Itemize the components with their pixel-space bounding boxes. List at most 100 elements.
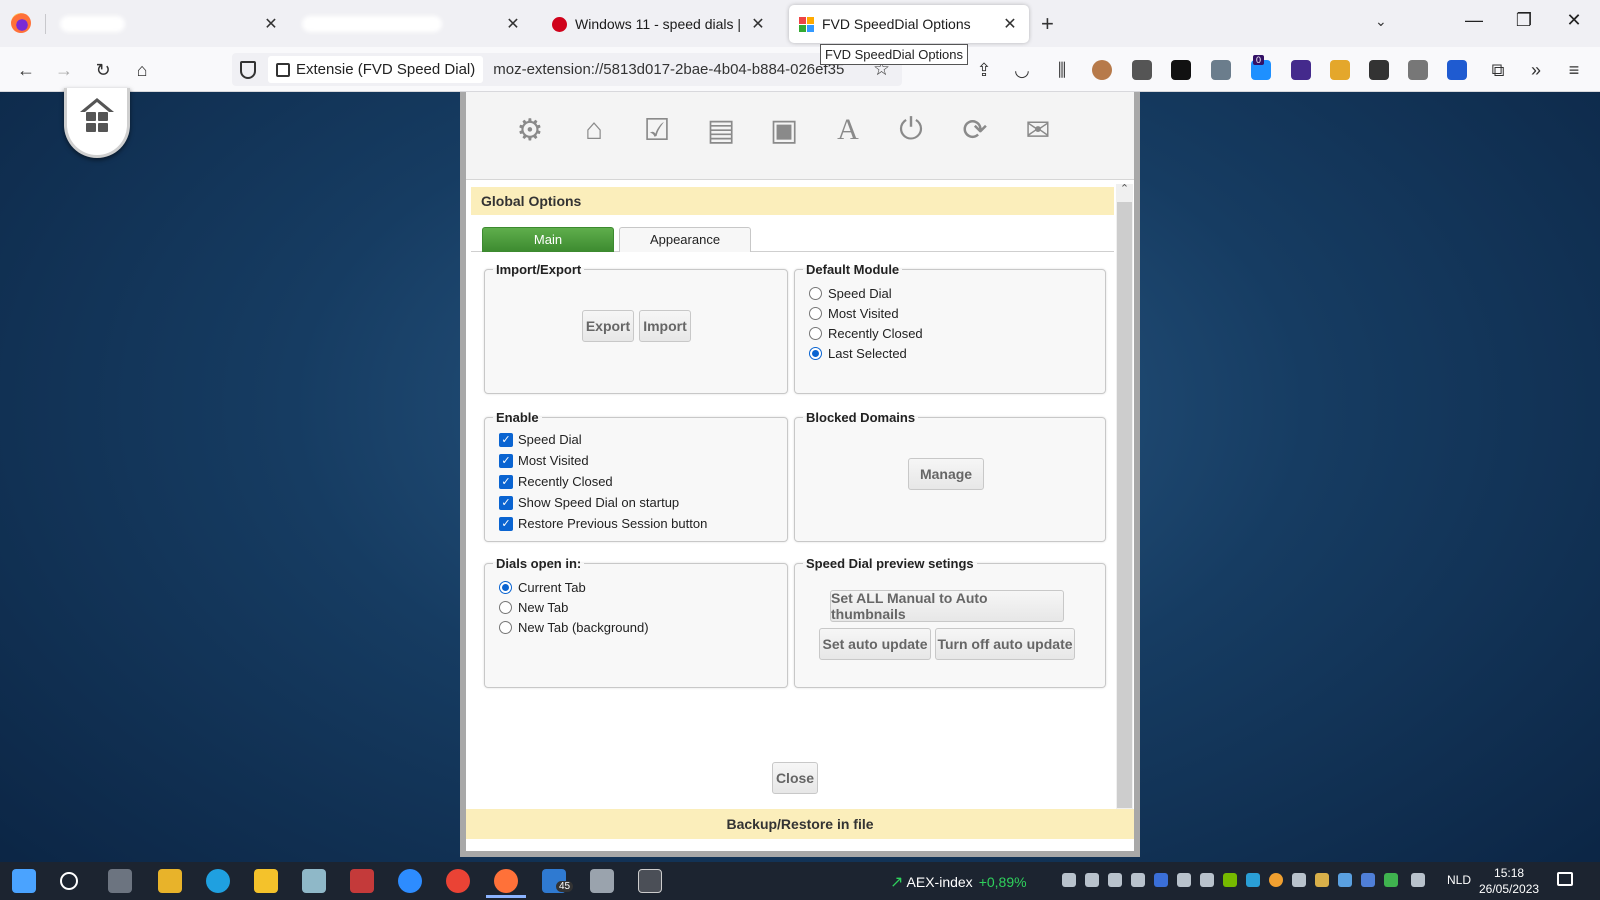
browser-tab-2[interactable]: ✕ [292, 5, 532, 43]
close-window-icon[interactable]: ✕ [1559, 10, 1589, 31]
power-icon[interactable]: ⏻ [893, 112, 929, 148]
checkbox-recently-closed[interactable]: ✓ Recently Closed [499, 471, 787, 492]
radio-speed-dial[interactable]: Speed Dial [809, 283, 1105, 303]
tray-icon[interactable] [1108, 873, 1122, 887]
import-button[interactable]: Import [639, 310, 691, 342]
checkbox-checked[interactable]: ✓ [499, 516, 513, 531]
radio-current-tab[interactable]: Current Tab [499, 577, 787, 597]
youtube-icon[interactable] [1171, 60, 1191, 80]
set-auto-update-button[interactable]: Set auto update [819, 628, 931, 660]
extension-icon[interactable] [1408, 60, 1428, 80]
privacy-extension-icon[interactable] [1132, 60, 1152, 80]
house-icon[interactable]: ⌂ [576, 112, 612, 148]
checkbox-checked[interactable]: ✓ [499, 432, 513, 447]
export-button[interactable]: Export [582, 310, 634, 342]
close-icon[interactable]: ✕ [504, 14, 522, 34]
checkbox-show-on-startup[interactable]: ✓ Show Speed Dial on startup [499, 492, 787, 513]
sync-icon[interactable]: ⟳ [957, 112, 993, 148]
pocket-icon[interactable]: ◡ [1008, 56, 1036, 84]
edge-icon[interactable] [206, 869, 230, 893]
close-icon[interactable]: ✕ [749, 14, 767, 34]
radio-last-selected[interactable]: Last Selected [809, 343, 1105, 363]
firefox-icon[interactable] [11, 13, 31, 33]
extension-identity-chip[interactable]: Extensie (FVD Speed Dial) [268, 56, 484, 83]
extensions-puzzle-icon[interactable]: ⧉ [1484, 56, 1512, 84]
app-icon[interactable] [302, 869, 326, 893]
screen-icon[interactable]: ▣ [766, 112, 802, 148]
radio-button[interactable] [499, 620, 512, 634]
tray-icon[interactable] [1269, 873, 1283, 887]
avatar[interactable] [1092, 60, 1112, 80]
app-icon[interactable] [350, 869, 374, 893]
radio-button-selected[interactable] [499, 580, 512, 594]
usb-icon[interactable] [1292, 873, 1306, 887]
radio-recently-closed[interactable]: Recently Closed [809, 323, 1105, 343]
reload-icon[interactable]: ↻ [89, 56, 117, 84]
scroll-up-icon[interactable]: ⌃ [1116, 182, 1133, 200]
url-bar[interactable]: Extensie (FVD Speed Dial) moz-extension:… [232, 53, 902, 86]
tray-icon[interactable] [1246, 873, 1260, 887]
speeddial-extension-icon[interactable] [1330, 60, 1350, 80]
new-tab-icon[interactable]: + [1041, 11, 1054, 37]
close-icon[interactable]: ✕ [1001, 14, 1019, 34]
tray-icon[interactable] [1315, 873, 1329, 887]
checkbox-checked[interactable]: ✓ [499, 495, 513, 510]
close-icon[interactable]: ✕ [262, 14, 280, 34]
radio-button[interactable] [809, 286, 822, 300]
wifi-icon[interactable] [1411, 873, 1425, 887]
mail-extension-icon[interactable] [1291, 60, 1311, 80]
tab-appearance[interactable]: Appearance [619, 227, 751, 252]
stock-ticker-widget[interactable]: ↗ AEX-index +0,89% [890, 872, 1027, 892]
tray-icon[interactable] [1131, 873, 1145, 887]
zoom-icon[interactable] [398, 869, 422, 893]
chevron-down-icon[interactable]: ⌄ [1375, 13, 1387, 30]
speeddial-home-button[interactable] [64, 88, 130, 158]
checklist-icon[interactable]: ☑ [639, 112, 675, 148]
checkbox-checked[interactable]: ✓ [499, 453, 513, 468]
firefox-taskbar-icon[interactable] [486, 869, 526, 898]
radio-button[interactable] [809, 306, 822, 320]
radio-button-selected[interactable] [809, 346, 822, 360]
envelope-icon[interactable]: ✉ [1020, 112, 1056, 148]
turn-off-auto-update-button[interactable]: Turn off auto update [935, 628, 1075, 660]
browser-tab-1[interactable]: ✕ [50, 5, 290, 43]
battery-icon[interactable] [1177, 873, 1191, 887]
shield-tray-icon[interactable] [1384, 873, 1398, 887]
manage-button[interactable]: Manage [908, 458, 984, 490]
radio-button[interactable] [499, 600, 512, 614]
hamburger-menu-icon[interactable]: ≡ [1560, 56, 1588, 84]
gear-icon[interactable]: ⚙ [512, 112, 548, 148]
radio-new-tab-background[interactable]: New Tab (background) [499, 617, 787, 637]
store-icon[interactable] [158, 869, 182, 893]
app-icon[interactable] [638, 869, 662, 893]
close-button[interactable]: Close [772, 762, 818, 794]
restore-icon[interactable]: ❐ [1509, 10, 1539, 31]
checkbox-speed-dial[interactable]: ✓ Speed Dial [499, 429, 787, 450]
browser-tab-active[interactable]: FVD SpeedDial Options ✕ [789, 5, 1029, 43]
checkbox-most-visited[interactable]: ✓ Most Visited [499, 450, 787, 471]
extension-icon[interactable] [1369, 60, 1389, 80]
language-indicator[interactable]: NLD [1447, 873, 1471, 887]
scrollbar-thumb[interactable] [1117, 202, 1132, 808]
app-icon[interactable] [590, 869, 614, 893]
back-icon[interactable]: ← [12, 56, 40, 84]
notifications-icon[interactable] [1557, 872, 1573, 886]
malwarebytes-tray-icon[interactable] [1154, 873, 1168, 887]
tray-icon[interactable] [1062, 873, 1076, 887]
file-explorer-icon[interactable] [254, 869, 278, 893]
nvidia-icon[interactable] [1223, 873, 1237, 887]
tab-main[interactable]: Main [482, 227, 614, 252]
url-text[interactable]: moz-extension://5813d017-2bae-4b04-b884-… [493, 61, 848, 78]
malwarebytes-icon[interactable] [1447, 60, 1467, 80]
radio-button[interactable] [809, 326, 822, 340]
recent-list-icon[interactable]: ▤ [703, 112, 739, 148]
tray-icon[interactable] [1361, 873, 1375, 887]
checkbox-checked[interactable]: ✓ [499, 474, 513, 489]
library-icon[interactable]: ⫼ [1048, 56, 1076, 84]
font-icon[interactable]: A [830, 112, 866, 148]
windows-start-icon[interactable] [12, 869, 36, 893]
radio-most-visited[interactable]: Most Visited [809, 303, 1105, 323]
chrome-icon[interactable] [446, 869, 470, 893]
home-icon[interactable]: ⌂ [128, 56, 156, 84]
forward-icon[interactable]: → [50, 56, 78, 84]
